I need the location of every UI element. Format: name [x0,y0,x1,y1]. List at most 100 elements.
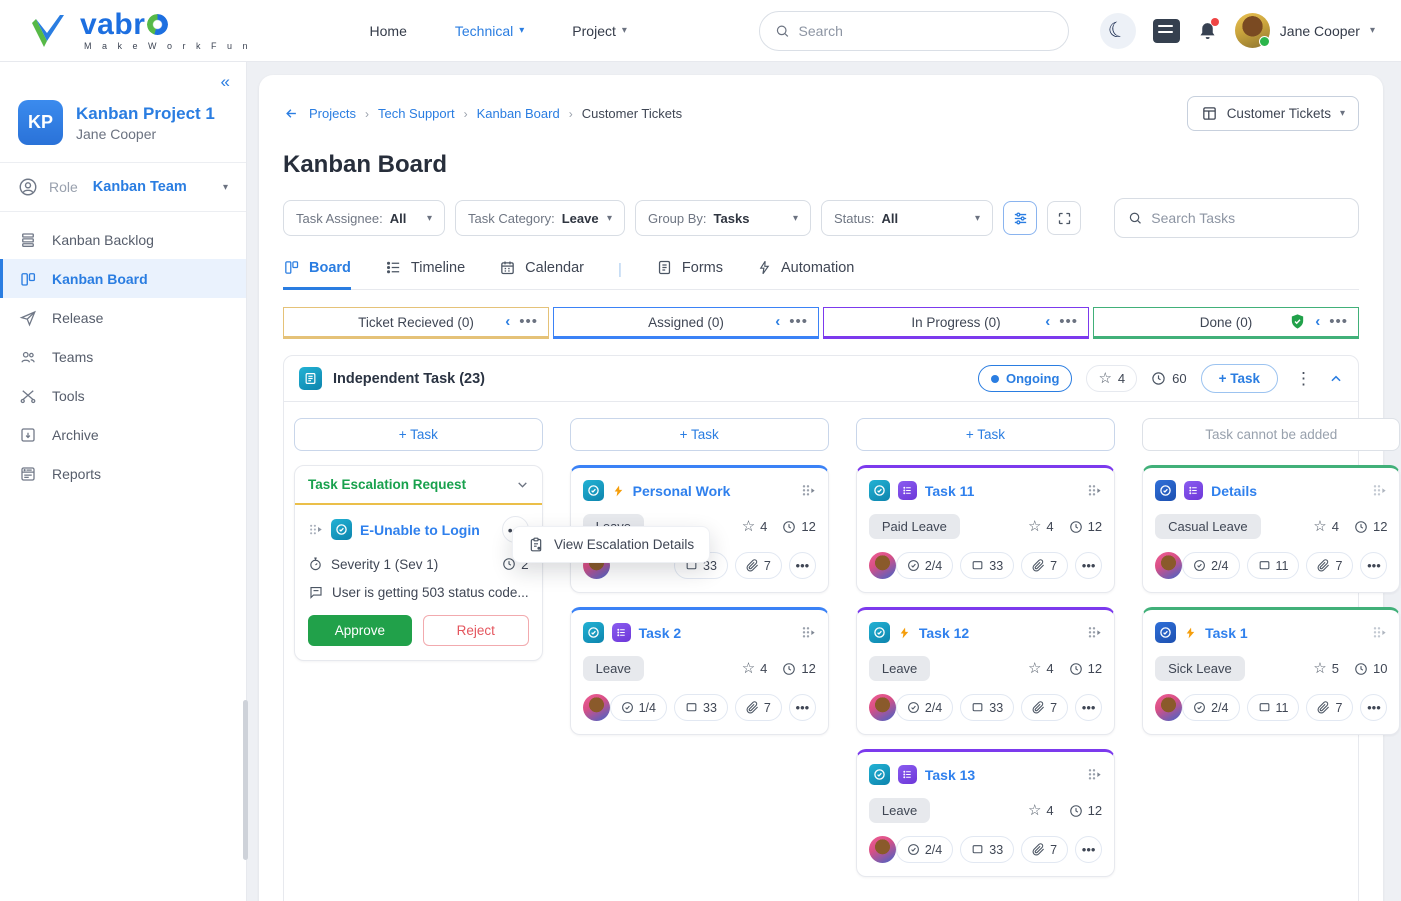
column-menu-button[interactable]: ••• [1059,313,1078,330]
comments-pill[interactable]: 33 [674,694,728,721]
task-title-link[interactable]: Task 2 [639,625,682,641]
advanced-filters-button[interactable] [1003,201,1037,235]
tab-forms[interactable]: Forms [656,259,723,290]
subtask-progress-pill[interactable]: 2/4 [896,836,953,863]
tab-calendar[interactable]: Calendar [499,259,584,290]
task-title-link[interactable]: Task 11 [925,483,975,499]
comments-pill[interactable]: 11 [1247,552,1300,579]
subtask-progress-pill[interactable]: 2/4 [1182,552,1239,579]
collapse-column-icon[interactable]: ‹ [505,313,510,330]
sidebar-collapse-button[interactable]: « [221,72,230,91]
filter-task-assignee[interactable]: Task Assignee: All ▾ [283,200,445,236]
comments-pill[interactable]: 33 [960,694,1014,721]
task-title-link[interactable]: Task 13 [925,767,975,783]
sidebar-item-tools[interactable]: Tools [0,376,246,415]
add-task-button[interactable]: + Task [1201,364,1278,393]
breadcrumb-kanban-board[interactable]: Kanban Board [477,106,560,121]
collapse-column-icon[interactable]: ‹ [775,313,780,330]
global-search-input[interactable] [799,23,1053,39]
attachments-pill[interactable]: 7 [735,552,782,579]
drag-handle-icon[interactable] [800,483,816,499]
more-button[interactable]: ••• [789,694,816,721]
add-task-button[interactable]: + Task [856,418,1115,451]
assignee-avatar[interactable] [869,552,896,579]
column-header-in-progress[interactable]: In Progress (0) ‹••• [823,307,1089,339]
role-selector[interactable]: Role Kanban Team ▾ [0,163,246,212]
attachments-pill[interactable]: 7 [1021,836,1068,863]
attachments-pill[interactable]: 7 [735,694,782,721]
task-card-details[interactable]: Details Casual Leave ☆4 12 [1142,465,1400,593]
sidebar-item-teams[interactable]: Teams [0,337,246,376]
comments-pill[interactable]: 11 [1247,694,1300,721]
drag-handle-icon[interactable] [1086,625,1102,641]
escalation-card-header[interactable]: Task Escalation Request [295,466,542,505]
column-menu-button[interactable]: ••• [789,313,808,330]
more-button[interactable]: ••• [789,552,816,579]
tab-board[interactable]: Board [283,259,351,290]
escalation-card[interactable]: Task Escalation Request E-Unable to Logi… [294,465,543,661]
sidebar-item-reports[interactable]: Reports [0,454,246,493]
column-menu-button[interactable]: ••• [1329,313,1348,330]
user-menu[interactable]: Jane Cooper ▾ [1235,13,1375,48]
filter-group-by[interactable]: Group By: Tasks ▾ [635,200,811,236]
more-button[interactable]: ••• [1075,836,1102,863]
task-title-link[interactable]: Details [1211,483,1257,499]
more-button[interactable]: ••• [1360,694,1387,721]
filter-status[interactable]: Status: All ▾ [821,200,993,236]
vabro-logo[interactable]: vabr M a k e W o r k F u n [30,11,252,51]
messages-button[interactable] [1153,19,1180,43]
dark-mode-button[interactable]: ☾ [1100,13,1136,49]
column-header-done[interactable]: Done (0) ‹••• [1093,307,1359,339]
notifications-button[interactable] [1197,20,1218,42]
collapse-column-icon[interactable]: ‹ [1315,313,1320,330]
assignee-avatar[interactable] [1155,694,1182,721]
breadcrumb-tech-support[interactable]: Tech Support [378,106,455,121]
filter-task-category[interactable]: Task Category: Leave ▾ [455,200,625,236]
breadcrumb-projects[interactable]: Projects [309,106,356,121]
subtask-progress-pill[interactable]: 1/4 [610,694,667,721]
task-title-link[interactable]: Task 12 [919,625,969,641]
drag-handle-icon[interactable] [1086,483,1102,499]
more-button[interactable]: ••• [1360,552,1387,579]
subtask-progress-pill[interactable]: 2/4 [1182,694,1239,721]
drag-handle-icon[interactable] [1371,483,1387,499]
add-task-button[interactable]: + Task [294,418,543,451]
fullscreen-button[interactable] [1047,201,1081,235]
drag-handle-icon[interactable] [1371,625,1387,641]
task-title-link[interactable]: E-Unable to Login [360,522,480,538]
add-task-button[interactable]: + Task [570,418,829,451]
column-header-ticket-received[interactable]: Ticket Recieved (0) ‹••• [283,307,549,339]
reject-button[interactable]: Reject [423,615,529,646]
nav-home[interactable]: Home [370,23,407,39]
task-card-task-12[interactable]: Task 12 Leave ☆4 12 [856,607,1115,735]
search-tasks[interactable] [1114,198,1359,238]
task-title-link[interactable]: Task 1 [1205,625,1248,641]
more-button[interactable]: ••• [1075,694,1102,721]
sidebar-item-kanban-board[interactable]: Kanban Board [0,259,246,298]
search-tasks-input[interactable] [1151,210,1345,226]
drag-handle-icon[interactable] [1086,767,1102,783]
collapse-column-icon[interactable]: ‹ [1045,313,1050,330]
tab-automation[interactable]: Automation [757,259,854,290]
collapse-section-button[interactable] [1329,372,1343,386]
section-menu-button[interactable]: ⋮ [1292,369,1315,389]
column-header-assigned[interactable]: Assigned (0) ‹••• [553,307,819,339]
scrollbar-thumb[interactable] [243,700,248,860]
view-escalation-details-popup[interactable]: View Escalation Details [512,526,710,563]
column-menu-button[interactable]: ••• [519,313,538,330]
board-selector-dropdown[interactable]: Customer Tickets ▾ [1187,96,1359,131]
attachments-pill[interactable]: 7 [1021,694,1068,721]
comments-pill[interactable]: 33 [960,836,1014,863]
approve-button[interactable]: Approve [308,615,412,646]
sidebar-item-kanban-backlog[interactable]: Kanban Backlog [0,220,246,259]
tab-timeline[interactable]: Timeline [385,259,465,290]
attachments-pill[interactable]: 7 [1021,552,1068,579]
task-title-link[interactable]: Personal Work [633,483,731,499]
assignee-avatar[interactable] [1155,552,1182,579]
subtask-progress-pill[interactable]: 2/4 [896,552,953,579]
drag-handle-icon[interactable] [308,522,323,537]
attachments-pill[interactable]: 7 [1306,552,1353,579]
sidebar-item-release[interactable]: Release [0,298,246,337]
nav-project[interactable]: Project▾ [572,23,627,39]
subtask-progress-pill[interactable]: 2/4 [896,694,953,721]
